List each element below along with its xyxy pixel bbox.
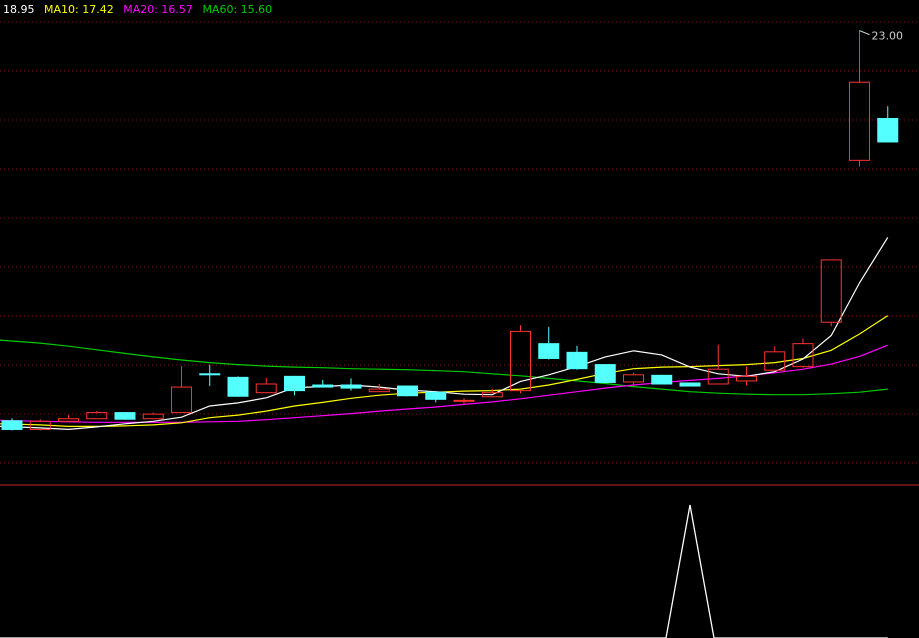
max-price-pointer bbox=[859, 30, 870, 36]
max-price-label: 23.00 bbox=[872, 30, 904, 43]
candle bbox=[199, 364, 221, 387]
candlestick-chart: 23.00 bbox=[0, 21, 919, 638]
candle bbox=[340, 378, 362, 391]
indicator-pane bbox=[0, 504, 888, 638]
candles bbox=[1, 30, 899, 431]
candle bbox=[594, 364, 616, 383]
candle bbox=[397, 385, 418, 397]
candle bbox=[58, 415, 79, 422]
candle-body bbox=[820, 259, 842, 323]
candle bbox=[623, 372, 644, 385]
candle-body bbox=[114, 412, 136, 420]
candle bbox=[764, 346, 786, 371]
candle bbox=[114, 412, 136, 420]
candle-body bbox=[58, 418, 79, 422]
candle-body bbox=[340, 384, 362, 389]
candle-body bbox=[594, 364, 616, 383]
candle-body bbox=[538, 343, 560, 359]
candle-body bbox=[1, 420, 23, 430]
candle bbox=[453, 398, 475, 404]
candle-body bbox=[397, 385, 418, 397]
candle-body bbox=[255, 383, 277, 394]
ma20-value: MA20: 16.57 bbox=[123, 3, 193, 16]
ma60-line bbox=[0, 339, 888, 396]
ma5-line bbox=[0, 237, 889, 431]
candle bbox=[86, 411, 108, 420]
candle-body bbox=[199, 373, 221, 376]
ma5-value: 18.95 bbox=[3, 3, 35, 16]
candle bbox=[736, 366, 757, 386]
candle bbox=[171, 366, 192, 414]
candle-body bbox=[651, 374, 673, 385]
ma20-line bbox=[0, 344, 888, 423]
candle bbox=[679, 382, 701, 387]
ma60-value: MA60: 15.60 bbox=[202, 3, 273, 16]
candle bbox=[510, 325, 531, 394]
candle-body bbox=[792, 343, 814, 368]
candle-body bbox=[368, 388, 390, 393]
candle bbox=[877, 106, 899, 143]
indicator-line bbox=[0, 504, 888, 638]
candle-body bbox=[142, 413, 164, 420]
moving-average-lines bbox=[0, 237, 889, 431]
candle bbox=[849, 30, 870, 167]
max-price-annotation: 23.00 bbox=[859, 30, 904, 43]
candle bbox=[284, 375, 305, 396]
candle bbox=[538, 326, 560, 360]
candle-body bbox=[425, 391, 447, 400]
candle-body bbox=[284, 375, 305, 392]
candle-body bbox=[227, 376, 249, 397]
candle-body bbox=[679, 382, 701, 387]
grid-lines bbox=[0, 21, 919, 464]
candle-body bbox=[171, 386, 192, 414]
candle bbox=[425, 391, 447, 403]
candle bbox=[312, 379, 334, 388]
candle-body bbox=[849, 81, 870, 161]
candle-body bbox=[453, 399, 475, 402]
candle bbox=[255, 377, 277, 394]
ma10-value: MA10: 17.42 bbox=[44, 3, 114, 16]
candle-body bbox=[623, 374, 644, 383]
candle bbox=[566, 345, 588, 370]
candle bbox=[651, 374, 673, 385]
ma-legend: 18.95 MA10: 17.42 MA20: 16.57 MA60: 15.6… bbox=[3, 3, 278, 16]
candle-body bbox=[312, 384, 334, 388]
candle bbox=[227, 376, 249, 397]
candle-body bbox=[566, 351, 588, 370]
candle-body bbox=[707, 368, 729, 385]
candle-body bbox=[877, 117, 899, 143]
